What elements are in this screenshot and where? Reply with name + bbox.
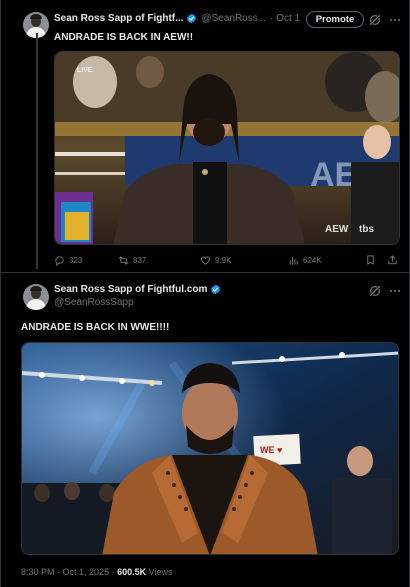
author-name[interactable]: Sean Ross Sapp of Fightf... (54, 13, 183, 24)
author-handle-2[interactable]: @SeanRossSapp (54, 297, 134, 308)
tweet-time[interactable]: 8:30 PM (21, 567, 55, 577)
tweet-image-wwe[interactable]: WE ♥ (21, 342, 399, 555)
tweet2-author-name-row: Sean Ross Sapp of Fightful.com (54, 284, 221, 295)
tbs-bug: tbs (359, 224, 374, 235)
views-total: 600.5K (117, 567, 147, 577)
tweet-image-aew[interactable]: AEW LIVE AEW tbs (54, 51, 400, 245)
like-count: 9.9K (215, 255, 232, 265)
tweet2-handle-row: @SeanRossSapp (54, 297, 134, 308)
grok-icon[interactable] (368, 284, 382, 298)
aew-bug: AEW (325, 224, 349, 235)
share-icon[interactable] (387, 254, 398, 266)
tweet-full-date[interactable]: · Oct 1, 2025 · (57, 567, 115, 577)
author-avatar-2[interactable] (23, 284, 49, 310)
tweet-aew[interactable]: Sean Ross Sapp of Fightf... @SeanRoss...… (0, 0, 410, 272)
aew-photo: AEW LIVE AEW tbs (55, 52, 399, 244)
tweet-header: Sean Ross Sapp of Fightf... @SeanRoss...… (54, 13, 300, 24)
more-options-icon[interactable] (388, 284, 402, 298)
wwe-photo: WE ♥ (22, 343, 398, 554)
reply-count: 323 (69, 255, 83, 265)
repost-icon (118, 255, 129, 265)
tweet-date[interactable]: · Oct 1 (270, 13, 300, 24)
grok-icon[interactable] (368, 13, 382, 27)
like-button[interactable]: 9.9K (200, 251, 231, 269)
svg-text:WE ♥: WE ♥ (260, 445, 282, 455)
author-handle[interactable]: @SeanRoss... (201, 13, 266, 24)
tweet-text: ANDRADE IS BACK IN AEW!! (54, 32, 194, 43)
heart-icon (200, 256, 211, 265)
more-options-icon[interactable] (388, 13, 402, 27)
repost-count: 837 (133, 255, 147, 265)
live-sign: LIVE (77, 67, 93, 74)
author-name-2[interactable]: Sean Ross Sapp of Fightful.com (54, 284, 207, 295)
reply-icon (55, 255, 64, 266)
views-label: Views (148, 567, 173, 577)
repost-button[interactable]: 837 (118, 251, 146, 269)
verified-badge-icon (187, 13, 197, 24)
tweet2-text: ANDRADE IS BACK IN WWE!!!! (21, 322, 170, 333)
views-chart-icon (289, 256, 298, 265)
tweet-timestamp-views: 8:30 PM · Oct 1, 2025 · 600.5K Views (21, 567, 173, 577)
views-button[interactable]: 624K (288, 251, 322, 269)
tweet-action-bar: 323 837 9.9K 624K (54, 251, 400, 269)
reply-button[interactable]: 323 (54, 251, 82, 269)
tweet-divider (0, 272, 410, 273)
views-count: 624K (303, 255, 322, 265)
verified-badge-icon (211, 284, 221, 295)
thread-connector-line (36, 33, 38, 269)
bookmark-icon[interactable] (365, 254, 376, 266)
promote-button[interactable]: Promote (306, 11, 364, 28)
